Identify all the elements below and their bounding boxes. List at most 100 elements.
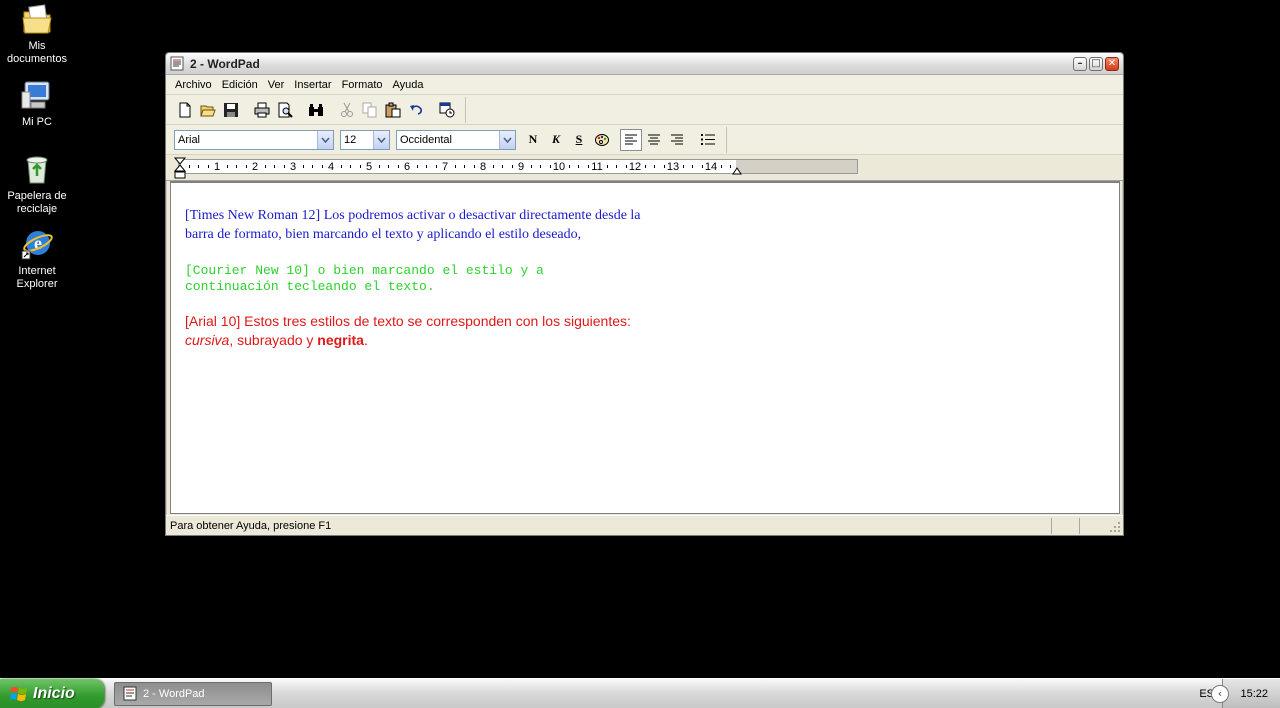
ruler[interactable]: 1234567891011121314151617 (166, 155, 1123, 181)
ruler-tick (207, 165, 209, 168)
find-button[interactable] (305, 99, 327, 121)
bold-label: N (528, 132, 538, 146)
new-button[interactable] (174, 99, 196, 121)
taskbar-wordpad-button[interactable]: 2 - WordPad (114, 681, 272, 706)
ruler-tick (530, 165, 532, 168)
times-text-1: [Times New Roman 12] Los podremos activa… (185, 208, 641, 223)
menu-ver[interactable]: Ver (263, 77, 290, 93)
print-preview-button[interactable] (274, 99, 296, 121)
desktop-icon-label: Internet (18, 265, 56, 277)
ruler-tick (245, 165, 247, 168)
times-text-2: barra de formato, bien marcando el texto… (185, 227, 582, 242)
menu-insertar[interactable]: Insertar (289, 77, 336, 93)
chevron-left-icon[interactable]: ‹ (1211, 684, 1229, 703)
taskbar: Inicio 2 - WordPad ES ‹ 15:22 (0, 678, 1280, 708)
menu-edicion[interactable]: Edición (217, 77, 263, 93)
desktop-icon-internet-explorer[interactable]: e Internet Explorer (0, 227, 74, 291)
resize-grip-icon[interactable] (1107, 519, 1121, 533)
maximize-button[interactable]: □ (1089, 56, 1103, 71)
ruler-tick (264, 165, 266, 168)
undo-button[interactable] (405, 99, 427, 121)
copy-button[interactable] (359, 99, 381, 121)
ruler-tick (606, 165, 608, 168)
chevron-down-icon[interactable] (499, 130, 515, 149)
ruler-tick (388, 165, 389, 168)
indent-marker-icon[interactable] (174, 157, 186, 179)
open-button[interactable] (197, 99, 219, 121)
chevron-down-icon[interactable] (373, 130, 389, 149)
start-button[interactable]: Inicio (0, 678, 104, 708)
menu-formato[interactable]: Formato (337, 77, 388, 93)
courier-text-2: continuación tecleando el texto. (185, 279, 435, 294)
ruler-tick (663, 165, 665, 168)
close-button[interactable]: ✕ (1105, 56, 1119, 71)
minimize-icon: – (1077, 57, 1083, 69)
maximize-icon: □ (1091, 57, 1101, 69)
standard-toolbar (166, 95, 1123, 125)
title-bar[interactable]: 2 - WordPad – □ ✕ (166, 53, 1123, 75)
cut-button[interactable] (336, 99, 358, 121)
color-palette-icon (595, 133, 609, 146)
desktop-icon-papelera[interactable]: Papelera de reciclaje (0, 152, 74, 216)
menu-archivo[interactable]: Archivo (170, 77, 217, 93)
ruler-number: 11 (591, 161, 603, 173)
arial-mid-text: , subrayado y (229, 332, 318, 348)
ruler-number: 10 (552, 161, 566, 173)
ruler-tick (587, 165, 589, 168)
courier-text-1: [Courier New 10] o bien marcando el esti… (185, 263, 544, 278)
minimize-button[interactable]: – (1073, 56, 1087, 71)
script-combo[interactable]: Occidental (396, 129, 516, 150)
color-button[interactable] (591, 129, 613, 151)
ruler-tick (359, 165, 361, 168)
desktop-icon-mis-documentos[interactable]: Mis documentos (0, 2, 74, 66)
paste-icon (385, 102, 401, 117)
document-area[interactable]: [Times New Roman 12] Los podremos activa… (170, 181, 1120, 514)
align-right-button[interactable] (666, 129, 688, 151)
system-tray: ES ‹ 15:22 (1199, 678, 1280, 708)
desktop-icon-mi-pc[interactable]: Mi PC (0, 78, 74, 129)
clock[interactable]: 15:22 (1240, 688, 1268, 700)
ruler-tick (283, 165, 285, 168)
ruler-tick (492, 165, 494, 168)
copy-icon (362, 102, 377, 117)
bullets-button[interactable] (697, 129, 719, 151)
ruler-tick (188, 165, 190, 168)
window-title: 2 - WordPad (190, 56, 260, 71)
desktop-icon-label: reciclaje (16, 203, 58, 215)
font-combo[interactable]: Arial (174, 129, 334, 150)
right-indent-marker-icon[interactable] (732, 167, 742, 175)
ruler-tick (549, 165, 551, 168)
script-value: Occidental (400, 133, 452, 146)
chevron-down-icon[interactable] (317, 130, 333, 149)
align-left-button[interactable] (620, 128, 642, 151)
bullet-list-icon (701, 134, 715, 145)
ruler-number: 5 (365, 161, 373, 173)
ruler-tick (426, 165, 427, 168)
status-text: Para obtener Ayuda, presione F1 (170, 519, 332, 532)
save-button[interactable] (220, 99, 242, 121)
paste-button[interactable] (382, 99, 404, 121)
close-icon: ✕ (1107, 57, 1117, 69)
desktop-icon-label: Papelera de (7, 190, 67, 202)
ruler-tick (616, 165, 617, 168)
size-combo[interactable]: 12 (340, 129, 390, 150)
ruler-number: 12 (628, 161, 642, 173)
ruler-number: 13 (666, 161, 680, 173)
ruler-tick (682, 165, 684, 168)
ruler-tick (236, 165, 237, 168)
cut-icon (341, 102, 353, 117)
times-line-2: barra de formato, bien marcando el texto… (185, 225, 581, 244)
menu-ayuda[interactable]: Ayuda (388, 77, 429, 93)
ruler-tick (730, 165, 731, 168)
ruler-tick (568, 165, 570, 168)
bold-button[interactable]: N (522, 129, 544, 151)
size-value: 12 (344, 133, 357, 146)
align-right-icon (671, 134, 683, 145)
ruler-tick (720, 165, 722, 168)
insert-datetime-button[interactable] (436, 99, 458, 121)
status-bar: Para obtener Ayuda, presione F1 (166, 515, 1123, 535)
print-button[interactable] (251, 99, 273, 121)
align-center-button[interactable] (643, 129, 665, 151)
underline-button[interactable]: S (568, 129, 590, 151)
italic-button[interactable]: K (545, 129, 567, 151)
